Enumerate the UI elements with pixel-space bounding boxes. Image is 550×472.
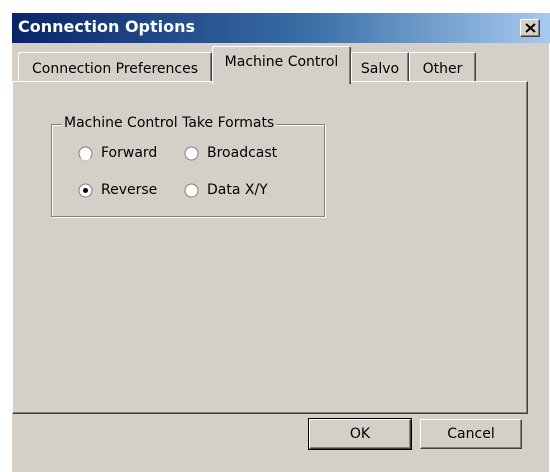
close-icon [525, 23, 536, 33]
radio-label: Data X/Y [207, 182, 268, 198]
radio-label: Forward [101, 145, 158, 161]
tab-salvo[interactable]: Salvo [351, 52, 409, 82]
title-bar[interactable]: Connection Options [12, 13, 550, 43]
tab-machine-control[interactable]: Machine Control [212, 46, 351, 84]
tab-label: Machine Control [224, 54, 339, 70]
tab-label: Salvo [360, 61, 400, 77]
cancel-button[interactable]: Cancel [420, 419, 522, 449]
tab-label: Connection Preferences [31, 61, 198, 77]
group-label: Machine Control Take Formats [62, 115, 277, 131]
radio-checked-icon [78, 183, 93, 198]
radio-label: Broadcast [207, 145, 278, 161]
radio-unchecked-icon [184, 146, 199, 161]
take-formats-group [51, 124, 325, 217]
close-button[interactable] [520, 19, 540, 37]
radio-unchecked-icon [184, 183, 199, 198]
ok-button[interactable]: OK [308, 418, 412, 450]
window-title: Connection Options [18, 17, 196, 36]
tab-other[interactable]: Other [409, 52, 476, 82]
radio-label: Reverse [101, 182, 158, 198]
tab-label: Other [422, 61, 463, 77]
radio-unchecked-icon [78, 146, 93, 161]
tab-connection-preferences[interactable]: Connection Preferences [18, 52, 212, 82]
